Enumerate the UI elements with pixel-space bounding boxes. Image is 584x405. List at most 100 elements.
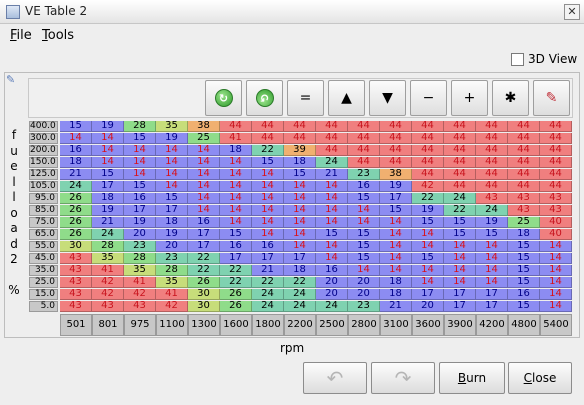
- 3d-view-label[interactable]: 3D View: [528, 52, 577, 66]
- increase-button[interactable]: ▲: [328, 80, 365, 116]
- ve-cell[interactable]: 14: [284, 241, 316, 252]
- ve-cell[interactable]: 44: [348, 133, 380, 144]
- ve-cell[interactable]: 22: [220, 277, 252, 288]
- ve-cell[interactable]: 17: [252, 253, 284, 264]
- ve-cell[interactable]: 15: [348, 241, 380, 252]
- ve-cell[interactable]: 21: [316, 169, 348, 180]
- ve-cell[interactable]: 19: [476, 217, 508, 228]
- ve-cell[interactable]: 43: [540, 193, 572, 204]
- burn-button[interactable]: Burn: [439, 362, 505, 394]
- ve-cell[interactable]: 14: [252, 205, 284, 216]
- ve-cell[interactable]: 44: [476, 121, 508, 132]
- increment-icon-button[interactable]: ↻: [205, 80, 242, 116]
- ve-cell[interactable]: 14: [380, 253, 412, 264]
- ve-cell[interactable]: 17: [284, 253, 316, 264]
- ve-cell[interactable]: 40: [540, 217, 572, 228]
- ve-cell[interactable]: 14: [252, 181, 284, 192]
- ve-cell[interactable]: 43: [124, 301, 156, 312]
- ve-cell[interactable]: 14: [188, 145, 220, 156]
- ve-cell[interactable]: 44: [476, 181, 508, 192]
- multiply-button[interactable]: ✱: [492, 80, 529, 116]
- ve-cell[interactable]: 17: [412, 289, 444, 300]
- ve-cell[interactable]: 17: [188, 241, 220, 252]
- ve-cell[interactable]: 22: [412, 193, 444, 204]
- ve-cell[interactable]: 15: [348, 229, 380, 240]
- add-button[interactable]: +: [451, 80, 488, 116]
- ve-cell[interactable]: 14: [540, 277, 572, 288]
- ve-cell[interactable]: 14: [444, 265, 476, 276]
- ve-cell[interactable]: 26: [188, 277, 220, 288]
- ve-cell[interactable]: 42: [124, 289, 156, 300]
- ve-cell[interactable]: 15: [412, 253, 444, 264]
- ve-cell[interactable]: 14: [380, 241, 412, 252]
- ve-cell[interactable]: 14: [188, 181, 220, 192]
- ve-cell[interactable]: 14: [124, 145, 156, 156]
- ve-cell[interactable]: 20: [316, 289, 348, 300]
- ve-cell[interactable]: 18: [92, 193, 124, 204]
- ve-cell[interactable]: 14: [476, 253, 508, 264]
- ve-cell[interactable]: 42: [412, 181, 444, 192]
- ve-cell[interactable]: 14: [540, 301, 572, 312]
- ve-cell[interactable]: 44: [252, 133, 284, 144]
- ve-cell[interactable]: 44: [412, 145, 444, 156]
- ve-cell[interactable]: 44: [380, 145, 412, 156]
- ve-cell[interactable]: 20: [348, 277, 380, 288]
- ve-cell[interactable]: 14: [252, 169, 284, 180]
- ve-cell[interactable]: 14: [412, 277, 444, 288]
- ve-cell[interactable]: 44: [508, 145, 540, 156]
- ve-cell[interactable]: 21: [92, 217, 124, 228]
- ve-cell[interactable]: 15: [60, 121, 92, 132]
- ve-cell[interactable]: 14: [220, 205, 252, 216]
- ve-cell[interactable]: 43: [92, 301, 124, 312]
- ve-cell[interactable]: 44: [540, 121, 572, 132]
- ve-cell[interactable]: 15: [508, 277, 540, 288]
- menu-tools[interactable]: Tools: [42, 28, 74, 43]
- ve-cell[interactable]: 44: [476, 169, 508, 180]
- ve-cell[interactable]: 44: [476, 133, 508, 144]
- ve-cell[interactable]: 26: [60, 217, 92, 228]
- ve-cell[interactable]: 14: [188, 169, 220, 180]
- ve-cell[interactable]: 17: [92, 181, 124, 192]
- ve-cell[interactable]: 35: [124, 265, 156, 276]
- ve-cell[interactable]: 15: [156, 193, 188, 204]
- ve-cell[interactable]: 14: [284, 193, 316, 204]
- ve-cell[interactable]: 22: [188, 253, 220, 264]
- ve-cell[interactable]: 15: [508, 241, 540, 252]
- ve-cell[interactable]: 44: [348, 157, 380, 168]
- decrement-icon-button[interactable]: ↻: [246, 80, 283, 116]
- ve-cell[interactable]: 44: [252, 121, 284, 132]
- ve-cell[interactable]: 41: [124, 277, 156, 288]
- ve-cell[interactable]: 17: [188, 229, 220, 240]
- ve-cell[interactable]: 30: [60, 241, 92, 252]
- ve-cell[interactable]: 44: [380, 157, 412, 168]
- ve-cell[interactable]: 26: [220, 289, 252, 300]
- ve-cell[interactable]: 18: [220, 145, 252, 156]
- ve-cell[interactable]: 44: [540, 133, 572, 144]
- ve-cell[interactable]: 17: [476, 289, 508, 300]
- ve-cell[interactable]: 44: [508, 169, 540, 180]
- ve-cell[interactable]: 14: [220, 157, 252, 168]
- ve-cell[interactable]: 26: [60, 205, 92, 216]
- decrease-button[interactable]: ▼: [369, 80, 406, 116]
- ve-cell[interactable]: 14: [348, 205, 380, 216]
- subtract-button[interactable]: −: [410, 80, 447, 116]
- ve-cell[interactable]: 44: [476, 145, 508, 156]
- ve-cell[interactable]: 17: [156, 205, 188, 216]
- ve-cell[interactable]: 16: [508, 289, 540, 300]
- ve-cell[interactable]: 14: [284, 217, 316, 228]
- ve-cell[interactable]: 14: [156, 145, 188, 156]
- ve-cell[interactable]: 18: [60, 157, 92, 168]
- ve-cell[interactable]: 16: [220, 241, 252, 252]
- window-close-button[interactable]: ✕: [564, 4, 580, 20]
- ve-cell[interactable]: 24: [284, 289, 316, 300]
- ve-cell[interactable]: 15: [252, 157, 284, 168]
- ve-cell[interactable]: 17: [444, 289, 476, 300]
- ve-cell[interactable]: 41: [220, 133, 252, 144]
- ve-cell[interactable]: 38: [380, 169, 412, 180]
- ve-cell[interactable]: 43: [476, 193, 508, 204]
- ve-cell[interactable]: 44: [284, 121, 316, 132]
- ve-cell[interactable]: 22: [284, 277, 316, 288]
- ve-cell[interactable]: 44: [540, 181, 572, 192]
- ve-cell[interactable]: 15: [380, 205, 412, 216]
- ve-cell[interactable]: 44: [284, 133, 316, 144]
